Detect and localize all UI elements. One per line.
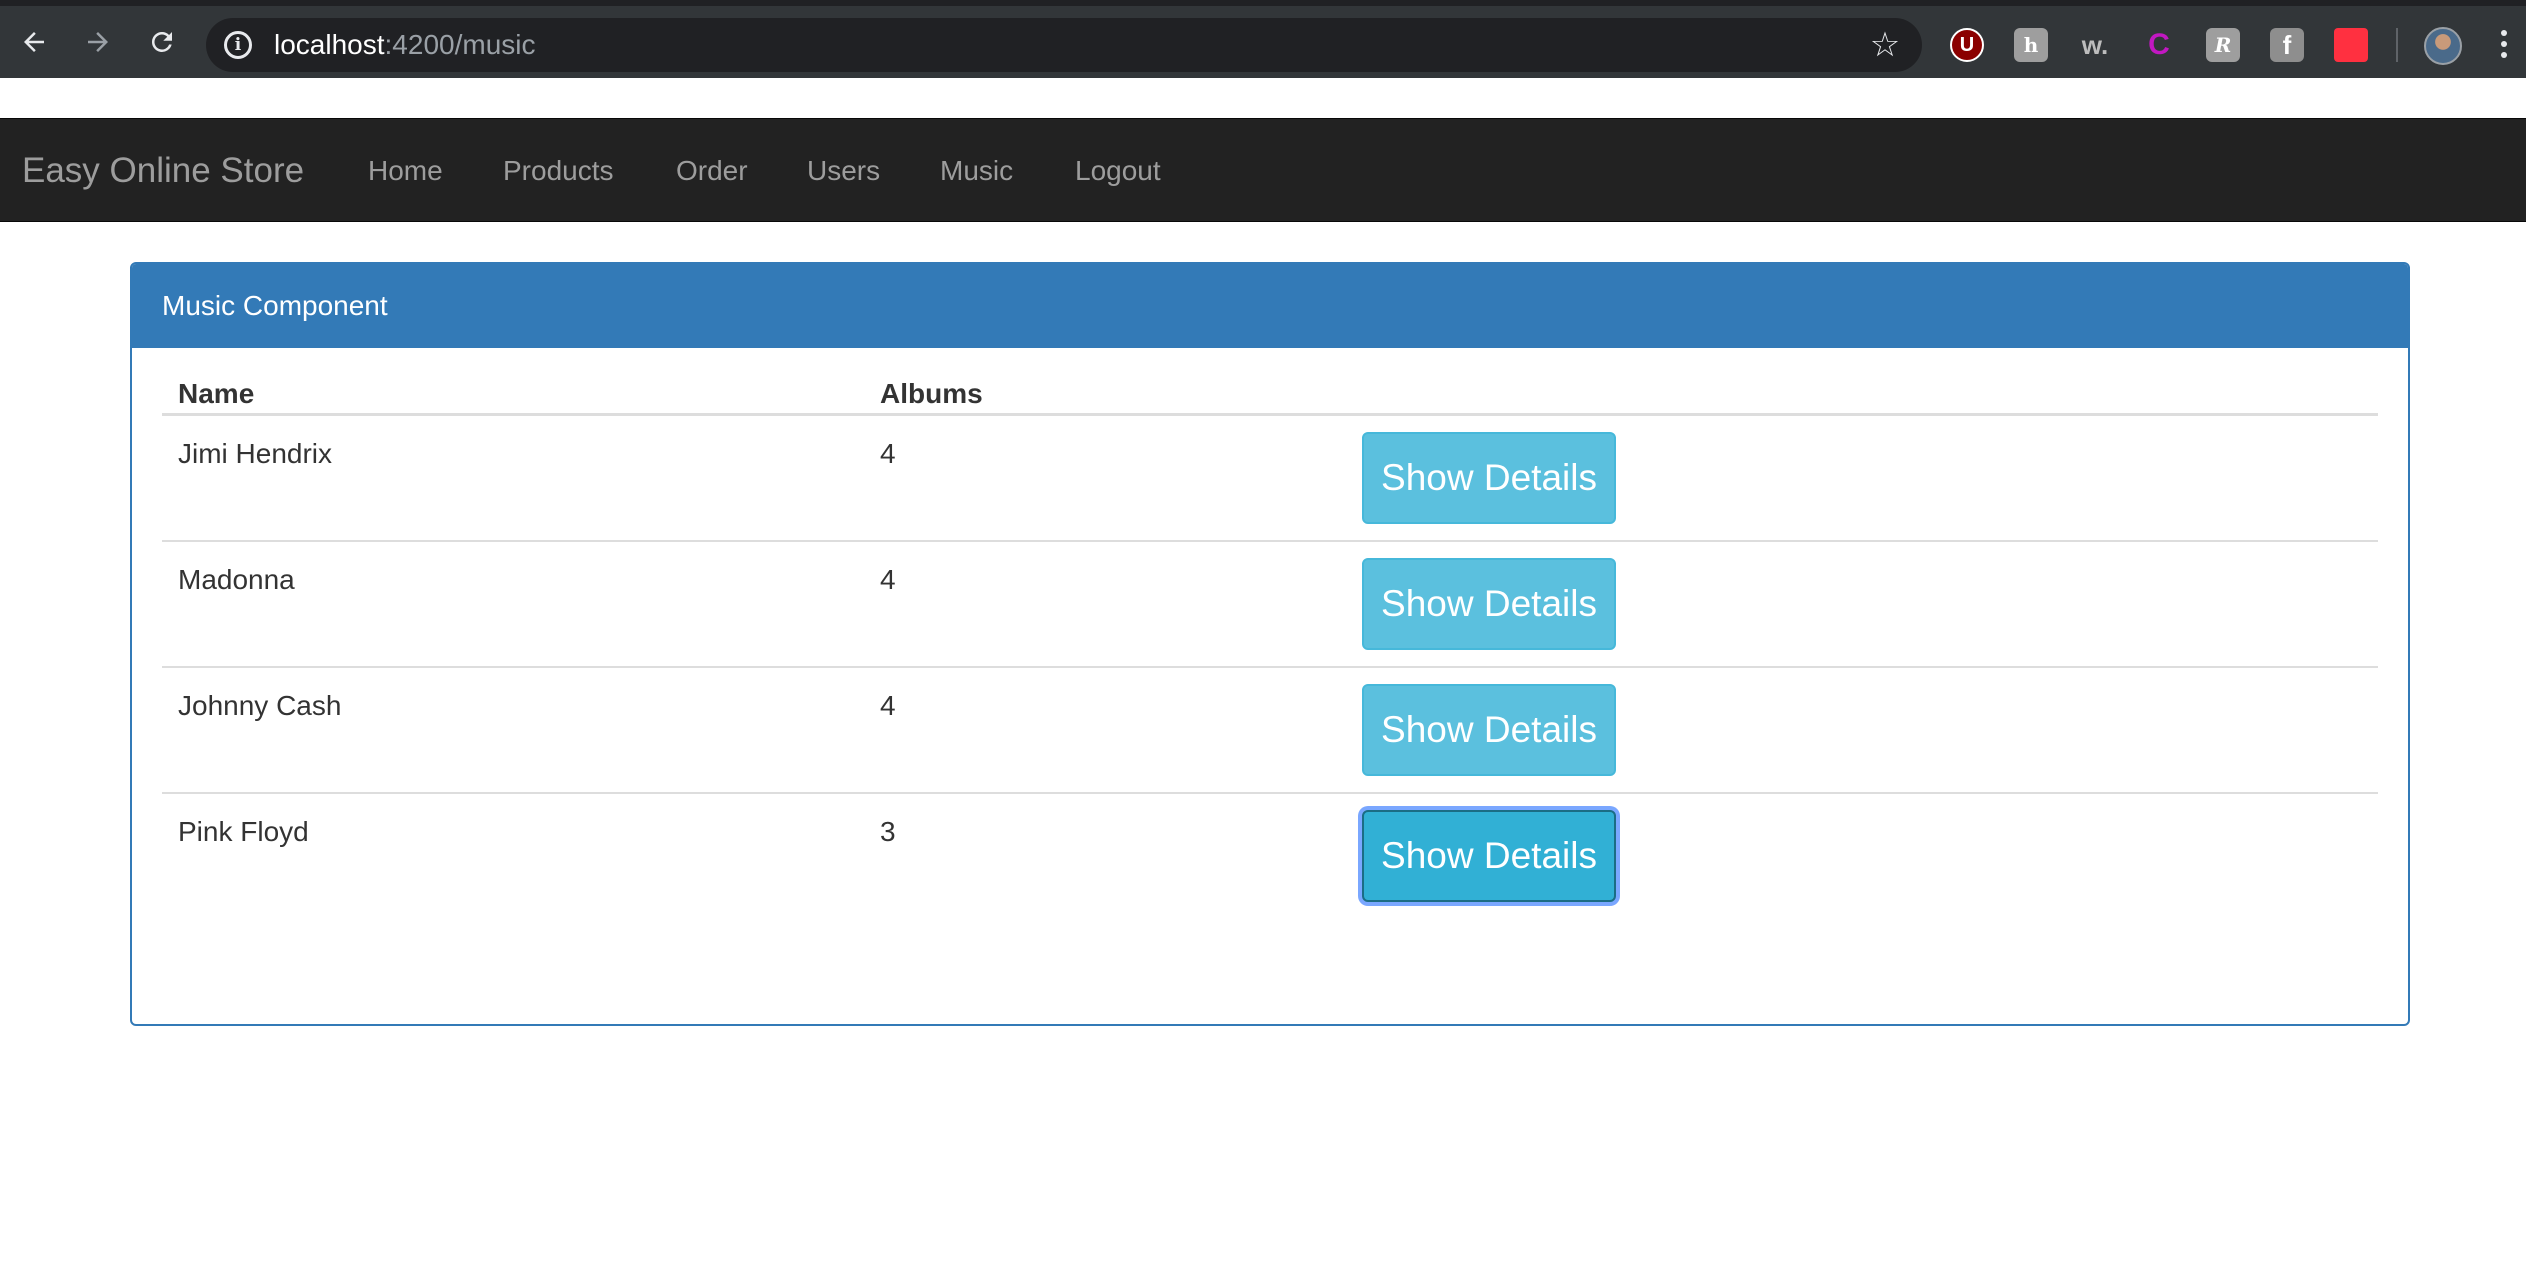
nav-link-order[interactable]: Order xyxy=(676,119,748,223)
nav-link-music[interactable]: Music xyxy=(940,119,1013,223)
table-row: Madonna 4 Show Details xyxy=(162,542,2378,668)
artist-name: Pink Floyd xyxy=(178,816,309,847)
facebook-extension-icon[interactable]: f xyxy=(2270,28,2304,62)
table-header: Name Albums xyxy=(162,348,2378,416)
show-details-button[interactable]: Show Details xyxy=(1362,684,1616,776)
address-bar[interactable]: i localhost:4200/music ☆ xyxy=(206,18,1922,72)
nav-link-products[interactable]: Products xyxy=(503,119,614,223)
artist-name: Johnny Cash xyxy=(178,690,342,721)
info-icon[interactable]: i xyxy=(224,31,252,59)
toolbar-divider xyxy=(2396,28,2398,62)
url-text[interactable]: localhost:4200/music xyxy=(274,18,535,72)
bookmark-star-icon[interactable]: ☆ xyxy=(1866,26,1904,64)
table-row: Johnny Cash 4 Show Details xyxy=(162,668,2378,794)
url-path: :4200/music xyxy=(384,29,536,60)
nav-link-users[interactable]: Users xyxy=(807,119,880,223)
kebab-menu-icon[interactable] xyxy=(2500,30,2508,62)
red-extension-icon[interactable] xyxy=(2334,28,2368,62)
album-count: 4 xyxy=(880,438,896,469)
panel-title: Music Component xyxy=(132,264,2408,348)
nav-link-home[interactable]: Home xyxy=(368,119,443,223)
album-count: 3 xyxy=(880,816,896,847)
artist-name: Madonna xyxy=(178,564,295,595)
url-host: localhost xyxy=(274,29,385,60)
r-extension-icon[interactable]: R xyxy=(2206,28,2240,62)
table-row: Pink Floyd 3 Show Details xyxy=(162,794,2378,920)
music-panel: Music Component Name Albums Jimi Hendrix… xyxy=(130,262,2410,1026)
brand-link[interactable]: Easy Online Store xyxy=(22,119,304,223)
profile-avatar[interactable] xyxy=(2424,27,2462,65)
ublock-extension-icon[interactable]: U xyxy=(1950,28,1984,62)
h-extension-icon[interactable]: h xyxy=(2014,28,2048,62)
album-count: 4 xyxy=(880,690,896,721)
reload-icon[interactable] xyxy=(144,24,180,60)
artist-name: Jimi Hendrix xyxy=(178,438,333,469)
browser-toolbar: i localhost:4200/music ☆ U h w. C R f xyxy=(0,0,2526,78)
table-row: Jimi Hendrix 4 Show Details xyxy=(162,416,2378,542)
app-navbar: Easy Online Store Home Products Order Us… xyxy=(0,118,2526,222)
column-header-name: Name xyxy=(178,378,255,409)
column-header-albums: Albums xyxy=(880,378,983,409)
show-details-button[interactable]: Show Details xyxy=(1362,432,1616,524)
w-extension-icon[interactable]: w. xyxy=(2078,28,2112,62)
show-details-button[interactable]: Show Details xyxy=(1362,810,1616,902)
nav-link-logout[interactable]: Logout xyxy=(1075,119,1161,223)
album-count: 4 xyxy=(880,564,896,595)
music-table: Name Albums Jimi Hendrix 4 Show Details … xyxy=(162,348,2378,920)
c-extension-icon[interactable]: C xyxy=(2142,28,2176,62)
forward-arrow-icon[interactable] xyxy=(80,24,116,60)
show-details-button[interactable]: Show Details xyxy=(1362,558,1616,650)
back-arrow-icon[interactable] xyxy=(16,24,52,60)
